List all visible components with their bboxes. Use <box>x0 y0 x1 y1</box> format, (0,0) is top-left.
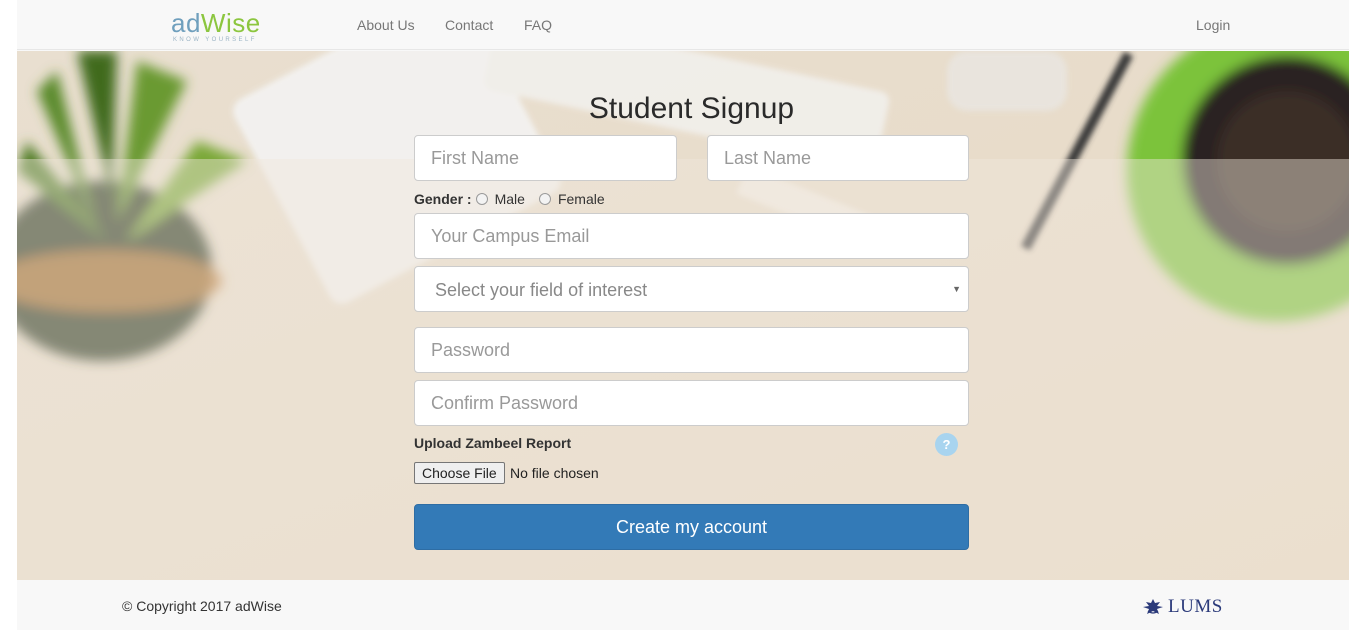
lums-text: LUMS <box>1168 596 1223 617</box>
copyright-text: © Copyright 2017 adWise <box>122 598 282 614</box>
navbar: adWise KNOW YOURSELF About Us Contact FA… <box>17 0 1349 50</box>
gender-female-label: Female <box>557 191 605 207</box>
logo-wise: Wise <box>200 8 261 38</box>
first-name-input[interactable] <box>414 135 677 181</box>
create-account-button[interactable]: Create my account <box>414 504 969 550</box>
logo-wordmark: adWise <box>171 8 261 38</box>
caret-down-icon: ▼ <box>952 284 961 294</box>
last-name-input[interactable] <box>707 135 969 181</box>
logo-ad: ad <box>171 8 201 38</box>
nav-faq[interactable]: FAQ <box>524 16 552 34</box>
nav-contact[interactable]: Contact <box>445 16 493 34</box>
campus-email-input[interactable] <box>414 213 969 259</box>
footer: © Copyright 2017 adWise LUMS <box>17 580 1349 630</box>
password-input[interactable] <box>414 327 969 373</box>
form-title: Student Signup <box>588 92 795 125</box>
hero-section: Student Signup Gender : Male Female Sele… <box>17 51 1349 580</box>
nav-login[interactable]: Login <box>1196 16 1230 34</box>
upload-zambeel-label: Upload Zambeel Report <box>414 435 572 451</box>
select-value: Select your field of interest <box>435 280 648 300</box>
gender-group: Gender : Male Female <box>414 190 619 208</box>
confirm-password-input[interactable] <box>414 380 969 426</box>
gender-label: Gender : <box>414 191 472 207</box>
lums-logo[interactable]: LUMS <box>1142 596 1223 618</box>
gender-male-label: Male <box>494 191 525 207</box>
desk-background-image <box>17 51 1349 580</box>
gender-male-radio[interactable] <box>475 193 488 205</box>
page-frame: adWise KNOW YOURSELF About Us Contact FA… <box>17 0 1349 630</box>
choose-file-button[interactable]: Choose File <box>414 462 505 484</box>
logo-tagline: KNOW YOURSELF <box>173 37 257 43</box>
gender-female-radio[interactable] <box>538 193 551 205</box>
question-circle-icon[interactable]: ? <box>935 433 958 456</box>
field-of-interest-select[interactable]: Select your field of interest ▼ <box>414 266 969 312</box>
lums-crest-icon <box>1143 599 1163 614</box>
file-status-text: No file chosen <box>510 465 599 481</box>
nav-about-us[interactable]: About Us <box>357 16 415 34</box>
adwise-logo[interactable]: adWise KNOW YOURSELF <box>171 8 266 44</box>
